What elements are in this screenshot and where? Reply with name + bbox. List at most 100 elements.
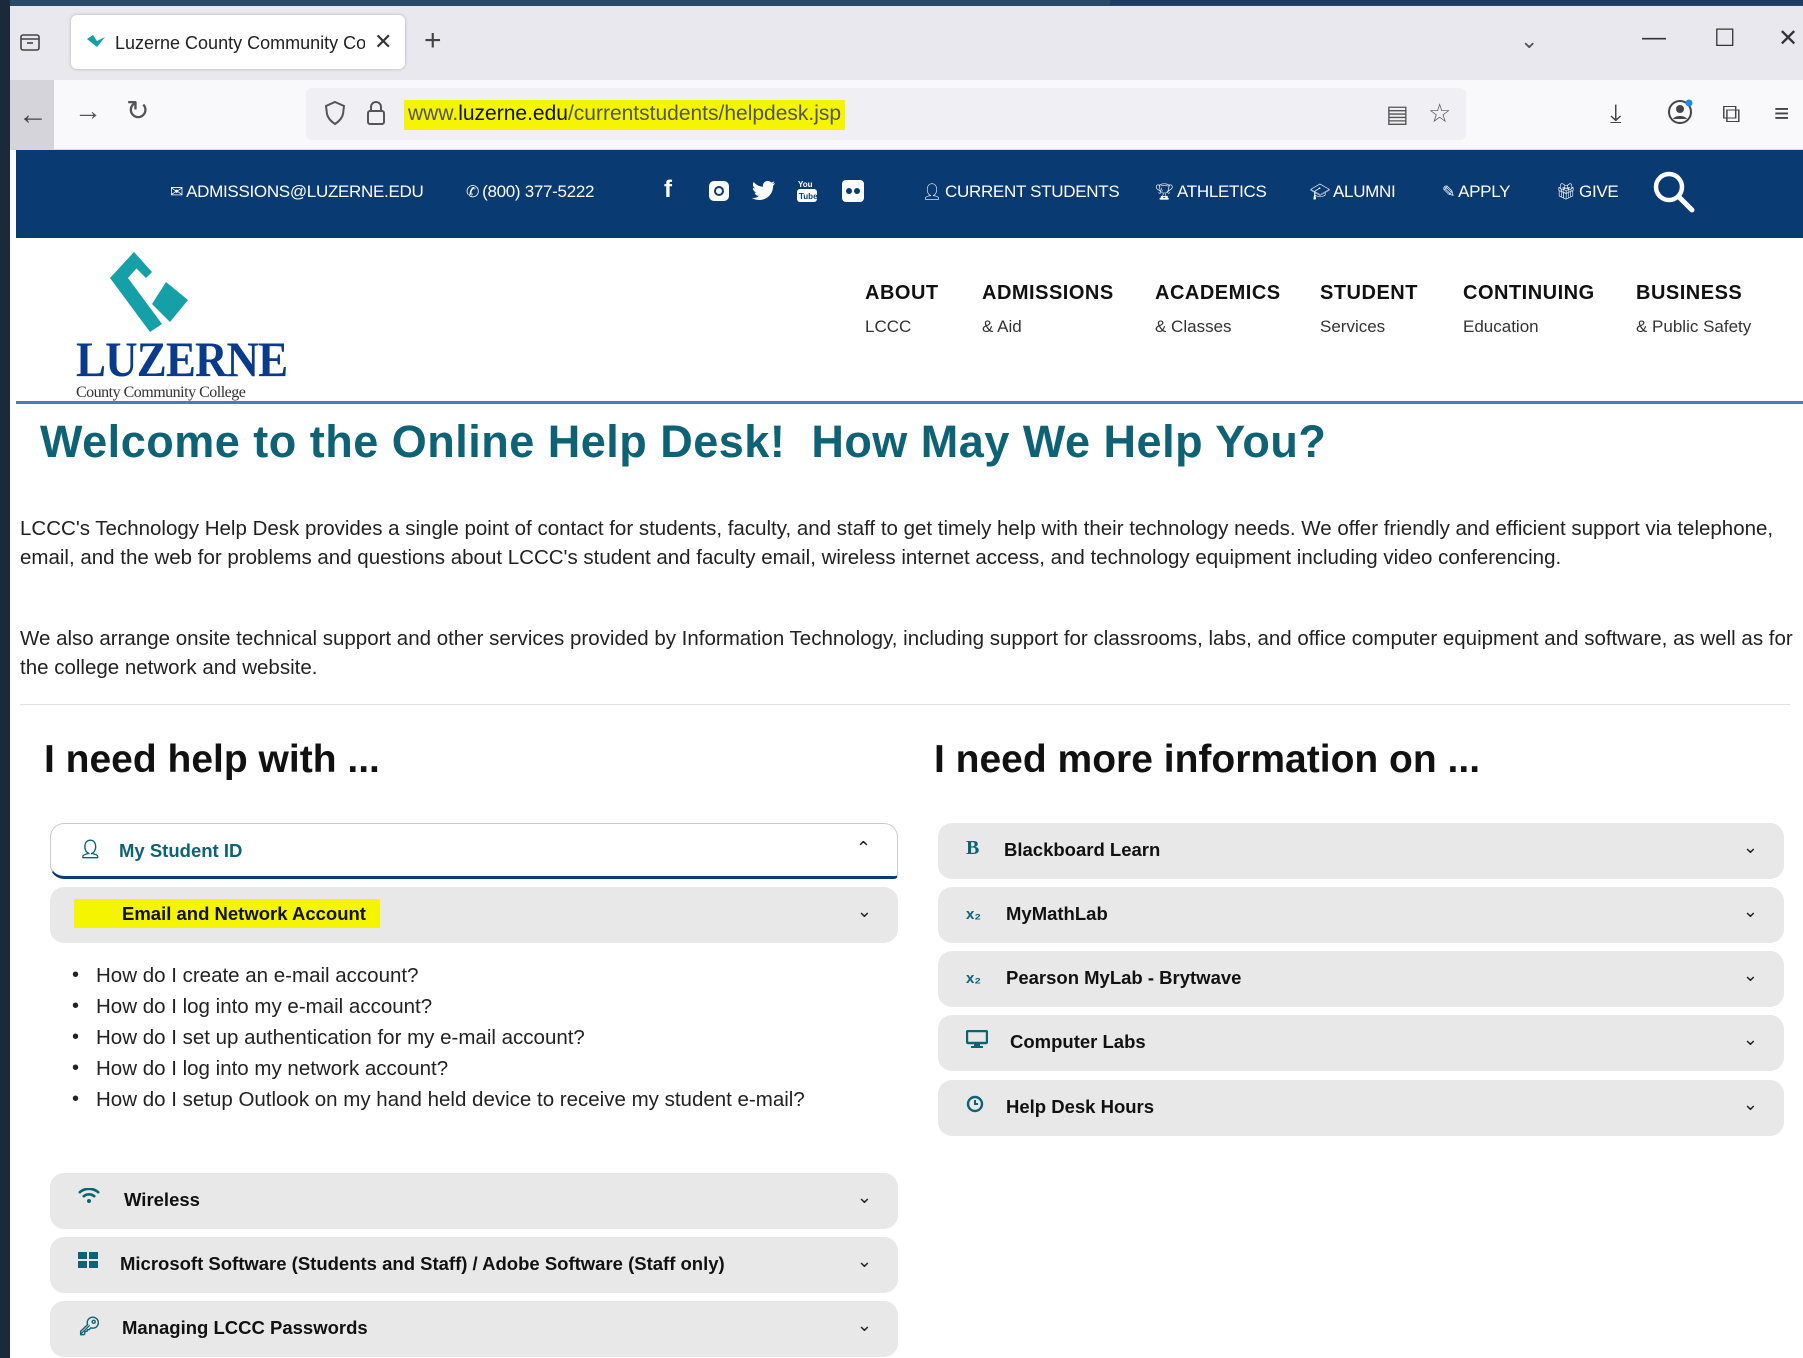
question-link[interactable]: How do I set up authentication for my e-… — [50, 1022, 810, 1053]
alumni-link[interactable]: 🎓︎ ALUMNI — [1310, 182, 1396, 202]
accordion-computer-labs[interactable]: Computer Labs ⌄ — [938, 1015, 1784, 1071]
nav-academics[interactable]: ACADEMICS & Classes — [1155, 282, 1281, 337]
instagram-icon[interactable] — [708, 176, 730, 209]
logo-wordmark[interactable]: LUZERNE — [76, 330, 288, 388]
browser-window: Luzerne County Community Col ✕ + ⌄ — ☐ ✕… — [10, 6, 1803, 1358]
subscript-icon: x₂ — [966, 906, 982, 923]
graduation-cap-icon: 🎓︎ — [1310, 184, 1331, 201]
chevron-down-icon: ⌄ — [1742, 901, 1758, 921]
url-path: /currentstudents/helpdesk.jsp — [567, 102, 842, 125]
nav-admissions[interactable]: ADMISSIONS & Aid — [982, 282, 1114, 337]
nav-subtitle: LCCC — [865, 317, 912, 336]
email-text: ADMISSIONS@LUZERNE.EDU — [186, 182, 424, 201]
accordion-email-network[interactable]: ✉ Email and Network Account ⌄ — [50, 887, 898, 943]
windows-icon — [78, 1252, 98, 1273]
nav-title: STUDENT — [1320, 282, 1418, 304]
forward-icon[interactable]: → — [74, 96, 102, 126]
question-link[interactable]: How do I log into my network account? — [50, 1053, 810, 1084]
user-icon: 👤︎ — [79, 839, 102, 859]
chevron-down-icon: ⌄ — [1742, 965, 1758, 985]
luzerne-logo-icon[interactable] — [106, 252, 216, 338]
active-tab[interactable]: Luzerne County Community Col ✕ — [71, 15, 405, 69]
reader-view-icon[interactable]: ▤ — [1386, 100, 1409, 129]
desktop-left-edge — [0, 0, 10, 1358]
back-arrow-icon: ← — [18, 98, 48, 131]
youtube-icon[interactable]: You Tube — [796, 176, 818, 211]
email-questions-list: How do I create an e-mail account? How d… — [50, 960, 810, 1115]
tab-strip: Luzerne County Community Col ✕ + ⌄ — ☐ ✕ — [10, 6, 1803, 80]
accordion-blackboard[interactable]: B Blackboard Learn ⌄ — [938, 823, 1784, 879]
address-bar[interactable]: www.luzerne.edu/currentstudents/helpdesk… — [306, 88, 1466, 140]
extensions-icon[interactable]: ⧉ — [1722, 98, 1741, 130]
help-with-heading: I need help with ... — [44, 738, 380, 781]
svg-text:You: You — [798, 180, 813, 189]
url-prefix: www. — [408, 102, 459, 125]
nav-subtitle: Services — [1320, 317, 1386, 336]
url-text[interactable]: www.luzerne.edu/currentstudents/helpdesk… — [404, 100, 846, 130]
url-domain: luzerne.edu — [458, 102, 568, 125]
question-link[interactable]: How do I create an e-mail account? — [50, 960, 810, 991]
accordion-software[interactable]: Microsoft Software (Students and Staff) … — [50, 1237, 898, 1293]
intro-paragraph: LCCC's Technology Help Desk provides a s… — [20, 517, 1774, 569]
accordion-passwords[interactable]: 🔑︎ Managing LCCC Passwords ⌄ — [50, 1301, 898, 1357]
account-icon[interactable] — [1666, 98, 1694, 133]
tab-title: Luzerne County Community Col — [115, 33, 365, 53]
accordion-pearson[interactable]: x₂ Pearson MyLab - Brytwave ⌄ — [938, 951, 1784, 1007]
accordion-help-desk-hours[interactable]: Help Desk Hours ⌄ — [938, 1080, 1784, 1136]
lock-icon[interactable] — [366, 100, 386, 132]
chevron-down-icon: ⌄ — [856, 901, 872, 921]
nav-title: ACADEMICS — [1155, 282, 1281, 304]
alumni-text: ALUMNI — [1333, 182, 1396, 201]
accordion-label: MyMathLab — [1006, 903, 1108, 924]
give-link[interactable]: 🎁︎ GIVE — [1556, 182, 1619, 202]
nav-title: ABOUT — [865, 282, 939, 304]
maximize-icon[interactable]: ☐ — [1714, 24, 1736, 53]
phone-text: (800) 377-5222 — [482, 182, 595, 201]
chevron-down-icon: ⌄ — [856, 1251, 872, 1271]
accordion-label: Help Desk Hours — [1006, 1096, 1155, 1117]
accordion-my-student-id[interactable]: 👤︎ My Student ID ⌃ — [50, 823, 898, 879]
phone-link[interactable]: ✆ (800) 377-5222 — [466, 182, 594, 202]
nav-about[interactable]: ABOUT LCCC — [865, 282, 939, 337]
minimize-icon[interactable]: — — [1642, 24, 1666, 52]
accordion-label: Managing LCCC Passwords — [122, 1317, 368, 1338]
flickr-icon[interactable] — [842, 176, 864, 209]
site-search-icon[interactable] — [1650, 168, 1696, 214]
phone-icon: ✆ — [466, 184, 480, 201]
pencil-icon: ✎ — [1442, 184, 1456, 201]
trophy-icon: 🏆︎ — [1154, 184, 1175, 201]
nav-business[interactable]: BUSINESS & Public Safety — [1636, 282, 1751, 337]
svg-text:Tube: Tube — [799, 192, 818, 201]
close-window-icon[interactable]: ✕ — [1778, 24, 1798, 53]
chevron-down-icon: ⌄ — [856, 1315, 872, 1335]
facebook-icon[interactable]: f — [664, 176, 672, 204]
accordion-mymathlab[interactable]: x₂ MyMathLab ⌄ — [938, 887, 1784, 943]
current-students-link[interactable]: 👤︎ CURRENT STUDENTS — [922, 182, 1120, 202]
athletics-link[interactable]: 🏆︎ ATHLETICS — [1154, 182, 1267, 202]
apply-link[interactable]: ✎ APPLY — [1442, 182, 1510, 202]
accordion-label: Computer Labs — [1010, 1031, 1146, 1052]
clock-icon — [966, 1095, 984, 1118]
accordion-wireless[interactable]: Wireless ⌄ — [50, 1173, 898, 1229]
nav-student[interactable]: STUDENT Services — [1320, 282, 1418, 337]
question-link[interactable]: How do I log into my e-mail account? — [50, 991, 810, 1022]
close-tab-icon[interactable]: ✕ — [374, 29, 392, 55]
reload-icon[interactable]: ↻ — [126, 96, 149, 126]
menu-icon[interactable]: ≡ — [1774, 98, 1789, 129]
nav-subtitle: & Aid — [982, 317, 1022, 336]
new-tab-icon[interactable]: + — [424, 26, 442, 56]
tracking-shield-icon[interactable] — [324, 100, 346, 133]
downloads-icon[interactable]: ⤓ — [1610, 98, 1622, 130]
admissions-email-link[interactable]: ✉ ADMISSIONS@LUZERNE.EDU — [170, 182, 424, 202]
question-link[interactable]: How do I setup Outlook on my hand held d… — [50, 1084, 810, 1115]
accordion-label: My Student ID — [119, 840, 243, 861]
list-tabs-chevron-icon[interactable]: ⌄ — [1520, 28, 1538, 54]
bookmark-star-icon[interactable]: ☆ — [1428, 98, 1451, 129]
twitter-icon[interactable] — [752, 176, 776, 209]
nav-title: ADMISSIONS — [982, 282, 1114, 304]
apply-text: APPLY — [1458, 182, 1511, 201]
tab-list-icon[interactable] — [18, 30, 44, 56]
desktop-icon — [965, 1029, 989, 1053]
back-button[interactable]: ← — [10, 80, 54, 150]
nav-continuing[interactable]: CONTINUING Education — [1463, 282, 1595, 337]
